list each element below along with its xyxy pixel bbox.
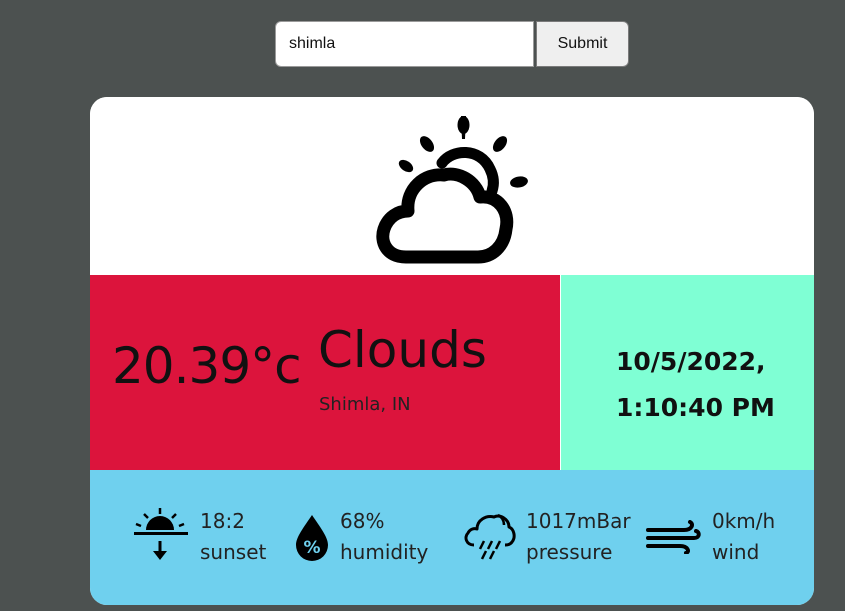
date-label: 10/5/2022,: [616, 347, 766, 376]
sunset-value: 18:2: [200, 509, 245, 533]
pressure-label: pressure: [526, 540, 613, 564]
stats-panel: 18:2 sunset % 68% humidity 1017mBar pres…: [90, 470, 814, 605]
search-bar: Submit: [275, 21, 629, 67]
weather-icon-area: [90, 97, 814, 275]
wind-icon: [646, 520, 701, 554]
sunset-stat: 18:2 sunset: [132, 506, 266, 568]
wind-label: wind: [712, 540, 760, 564]
pressure-stat: 1017mBar pressure: [462, 506, 631, 568]
humidity-label: humidity: [340, 540, 429, 564]
humidity-text: 68% humidity: [340, 506, 428, 568]
pressure-value: 1017mBar: [526, 509, 631, 533]
weather-condition: Clouds: [318, 321, 487, 379]
wind-value: 0km/h: [712, 509, 776, 533]
datetime-panel: 10/5/2022, 1:10:40 PM: [561, 275, 814, 470]
cloudy-sun-icon: [376, 116, 528, 264]
city-search-input[interactable]: [275, 21, 534, 67]
wind-stat: 0km/h wind: [646, 506, 775, 568]
humidity-drop-icon: %: [296, 515, 328, 561]
rain-cloud-icon: [464, 513, 516, 560]
pressure-text: 1017mBar pressure: [526, 506, 631, 568]
humidity-value: 68%: [340, 509, 385, 533]
humidity-stat: % 68% humidity: [294, 506, 428, 568]
weather-card: 20.39°c Clouds Shimla, IN 10/5/2022, 1:1…: [90, 97, 814, 605]
wind-text: 0km/h wind: [712, 506, 775, 568]
sunset-text: 18:2 sunset: [200, 506, 266, 568]
location-label: Shimla, IN: [319, 394, 411, 415]
temperature-value: 20.39°c: [112, 337, 302, 395]
sunset-label: sunset: [200, 540, 267, 564]
svg-text:%: %: [303, 538, 320, 558]
sunset-icon: [134, 508, 188, 560]
temperature-panel: 20.39°c Clouds Shimla, IN: [90, 275, 560, 470]
submit-button[interactable]: Submit: [536, 21, 629, 67]
time-label: 1:10:40 PM: [616, 393, 775, 422]
datetime-text: 10/5/2022, 1:10:40 PM: [616, 339, 775, 431]
